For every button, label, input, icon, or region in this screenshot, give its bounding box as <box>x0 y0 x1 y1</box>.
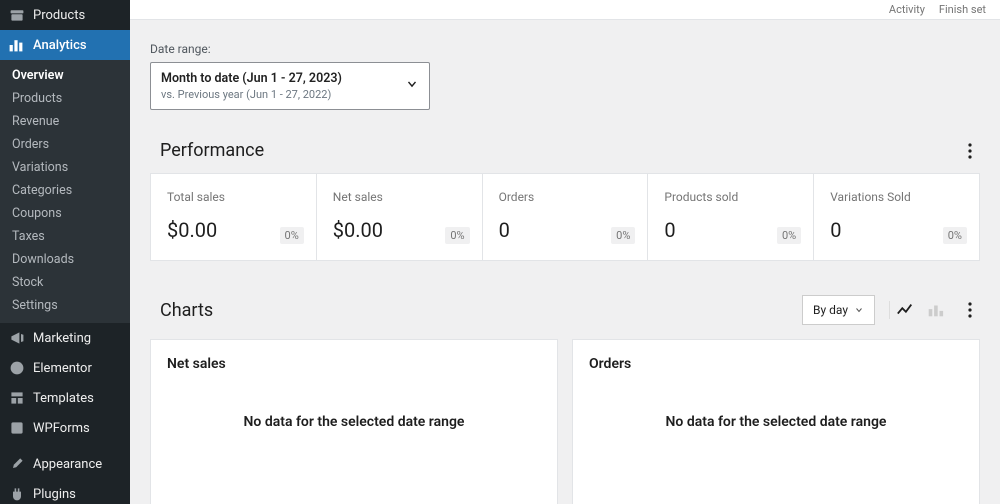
submenu-orders[interactable]: Orders <box>0 133 130 156</box>
form-icon <box>8 420 26 436</box>
sidebar-label: Elementor <box>33 361 92 376</box>
sidebar-label: Marketing <box>33 331 91 346</box>
chart-title: Net sales <box>167 356 541 372</box>
sidebar-label: Plugins <box>33 487 76 502</box>
sidebar-item-marketing[interactable]: Marketing <box>0 323 130 353</box>
daterange-primary: Month to date (Jun 1 - 27, 2023) <box>161 71 342 86</box>
interval-select[interactable]: By day <box>802 295 875 325</box>
brush-icon <box>8 456 26 472</box>
submenu-overview[interactable]: Overview <box>0 64 130 87</box>
charts-menu-button[interactable] <box>960 300 980 320</box>
charts-title: Charts <box>150 300 213 321</box>
submenu-downloads[interactable]: Downloads <box>0 248 130 271</box>
performance-menu-button[interactable] <box>960 141 980 161</box>
analytics-submenu: Overview Products Revenue Orders Variati… <box>0 60 130 323</box>
finish-setup-link[interactable]: Finish set <box>939 3 986 16</box>
sidebar-item-elementor[interactable]: Elementor <box>0 353 130 383</box>
screen-meta-bar: Activity Finish set <box>130 0 1000 20</box>
sidebar-label: Analytics <box>33 38 87 53</box>
elementor-icon <box>8 360 26 376</box>
sidebar-label: WPForms <box>33 421 90 436</box>
daterange-label: Date range: <box>150 42 980 56</box>
performance-title: Performance <box>150 140 264 161</box>
chart-orders: Orders No data for the selected date ran… <box>572 339 980 504</box>
submenu-categories[interactable]: Categories <box>0 179 130 202</box>
submenu-revenue[interactable]: Revenue <box>0 110 130 133</box>
line-chart-icon[interactable] <box>896 301 914 319</box>
daterange-secondary: vs. Previous year (Jun 1 - 27, 2022) <box>161 88 342 101</box>
card-orders[interactable]: Orders 0 0% <box>483 174 649 260</box>
performance-cards: Total sales $0.00 0% Net sales $0.00 0% … <box>150 173 980 261</box>
templates-icon <box>8 390 26 406</box>
submenu-settings[interactable]: Settings <box>0 294 130 317</box>
submenu-coupons[interactable]: Coupons <box>0 202 130 225</box>
sidebar-item-plugins[interactable]: Plugins <box>0 479 130 504</box>
bar-chart-icon <box>8 37 26 53</box>
archive-icon <box>8 7 26 23</box>
sidebar-item-wpforms[interactable]: WPForms <box>0 413 130 443</box>
admin-sidebar: Products Analytics Overview Products Rev… <box>0 0 130 504</box>
no-data-message: No data for the selected date range <box>589 412 963 433</box>
sidebar-item-templates[interactable]: Templates <box>0 383 130 413</box>
card-net-sales[interactable]: Net sales $0.00 0% <box>317 174 483 260</box>
submenu-variations[interactable]: Variations <box>0 156 130 179</box>
sidebar-item-analytics[interactable]: Analytics <box>0 30 130 60</box>
sidebar-label: Templates <box>33 391 94 406</box>
submenu-taxes[interactable]: Taxes <box>0 225 130 248</box>
chart-title: Orders <box>589 356 963 372</box>
card-products-sold[interactable]: Products sold 0 0% <box>648 174 814 260</box>
sidebar-item-products[interactable]: Products <box>0 0 130 30</box>
chart-net-sales: Net sales No data for the selected date … <box>150 339 558 504</box>
activity-link[interactable]: Activity <box>889 3 925 16</box>
no-data-message: No data for the selected date range <box>167 412 541 433</box>
daterange-picker[interactable]: Month to date (Jun 1 - 27, 2023) vs. Pre… <box>150 62 430 110</box>
bar-chart-icon[interactable] <box>926 301 944 319</box>
main-content: Activity Finish set Date range: Month to… <box>130 0 1000 504</box>
sidebar-label: Products <box>33 8 85 23</box>
plug-icon <box>8 486 26 502</box>
card-variations-sold[interactable]: Variations Sold 0 0% <box>814 174 979 260</box>
megaphone-icon <box>8 330 26 346</box>
chevron-down-icon <box>405 77 419 95</box>
sidebar-label: Appearance <box>33 457 102 472</box>
sidebar-item-appearance[interactable]: Appearance <box>0 449 130 479</box>
submenu-products[interactable]: Products <box>0 87 130 110</box>
card-total-sales[interactable]: Total sales $0.00 0% <box>151 174 317 260</box>
submenu-stock[interactable]: Stock <box>0 271 130 294</box>
